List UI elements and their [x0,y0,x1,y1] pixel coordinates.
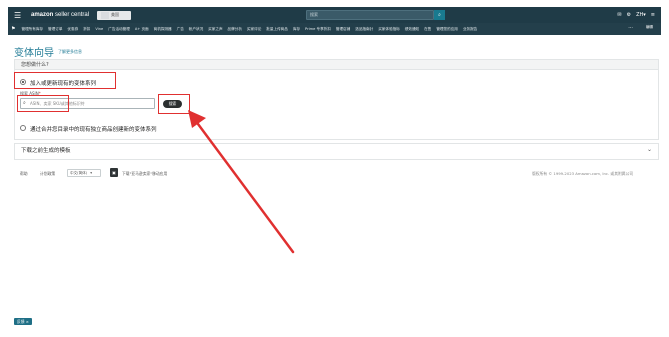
nav-item[interactable]: 管理所有库存 [21,27,43,32]
card-header: 您想做什么? [14,59,659,70]
top-bar: ☰ amazon seller central 美国 搜索 ⌕ ✉ ⚙ ZH▾ … [8,7,661,23]
language-switcher[interactable]: ZH▾ [636,12,646,18]
previous-templates-section[interactable]: 下载之前生成的模板 [14,143,659,160]
search-icon[interactable]: ⌕ [434,10,445,20]
hamburger-menu-icon[interactable]: ☰ [14,11,24,20]
nav-item[interactable]: 绩效通知 [405,27,419,32]
program-policy-link[interactable]: 计划政策 [40,171,55,177]
nav-item[interactable]: 管理店铺 [336,27,350,32]
nav-item[interactable]: 广告活动管理 [108,27,130,32]
nav-item[interactable]: 商机探测器 [154,27,172,32]
chevron-down-icon[interactable]: ⌄ [647,146,652,153]
highlight-box [17,95,69,112]
option-create-variation-radio[interactable] [20,125,26,131]
feedback-badge[interactable]: 反馈 × [14,318,32,325]
nav-item[interactable]: 管理您的应用 [436,27,458,32]
nav-item[interactable]: 帐户状况 [189,27,203,32]
nav-item[interactable]: 买家之声 [208,27,222,32]
learn-more-link[interactable]: 了解更多信息 [58,49,82,55]
help-menu-icon[interactable]: ≡ [651,12,655,18]
brand-logo[interactable]: amazon seller central [31,12,89,18]
more-icon[interactable]: ··· [628,25,633,31]
nav-item[interactable]: 选品指南针 [355,27,373,32]
page: ☰ amazon seller central 美国 搜索 ⌕ ✉ ⚙ ZH▾ … [0,0,669,337]
nav-item[interactable]: 折扣 [83,27,90,32]
mail-icon[interactable]: ✉ [617,12,621,18]
nav-item[interactable]: 买家体验指标 [378,27,400,32]
nav-item[interactable]: Prime 专享折扣 [305,27,331,32]
nav-item[interactable]: 库存 [293,27,300,32]
store-region: 美国 [111,12,120,17]
mobile-app-link[interactable]: 下载"亚马逊卖家"移动应用 [122,171,167,177]
gear-icon[interactable]: ⚙ [627,12,631,18]
copyright-text: 版权所有 © 1999-2023 Amazon.com, Inc. 或其附属公司 [532,171,634,176]
help-link[interactable]: 帮助 [20,171,28,177]
nav-item[interactable]: 广告 [177,27,184,32]
bookmark-icon[interactable]: ⚑ [11,26,15,32]
topbar-right: ✉ ⚙ ZH▾ ≡ [617,10,655,20]
option-create-variation-label[interactable]: 通过合并您目录中的现有独立商品创建新的变体系列 [30,125,157,133]
nav-item[interactable]: 在售 [424,27,431,32]
nav-item[interactable]: Vine [95,27,103,31]
nav-item[interactable]: 品牌分析 [228,27,242,32]
language-select[interactable]: 中文(简体) ▾ [67,169,101,177]
highlight-box [14,72,116,89]
mobile-app-icon: ▣ [110,168,118,177]
nav-item[interactable]: 优惠券 [67,27,78,32]
global-search-input[interactable]: 搜索 [306,10,434,20]
highlight-box [158,94,190,114]
nav-item[interactable]: 批量上传商品 [266,27,288,32]
nav-item[interactable]: 买家评论 [247,27,261,32]
nav-item[interactable]: A+ 页面 [135,27,149,32]
store-switcher[interactable]: 美国 [97,10,132,20]
edit-nav-link[interactable]: 编辑 [646,25,653,30]
nav-item[interactable]: 管理订单 [48,27,62,32]
region-flag [101,11,110,19]
bookmark-nav: ⚑ 管理所有库存 管理订单 优惠券 折扣 Vine 广告活动管理 A+ 页面 商… [8,23,661,35]
nav-item[interactable]: 业务报告 [463,27,477,32]
page-title: 变体向导 [14,48,54,59]
